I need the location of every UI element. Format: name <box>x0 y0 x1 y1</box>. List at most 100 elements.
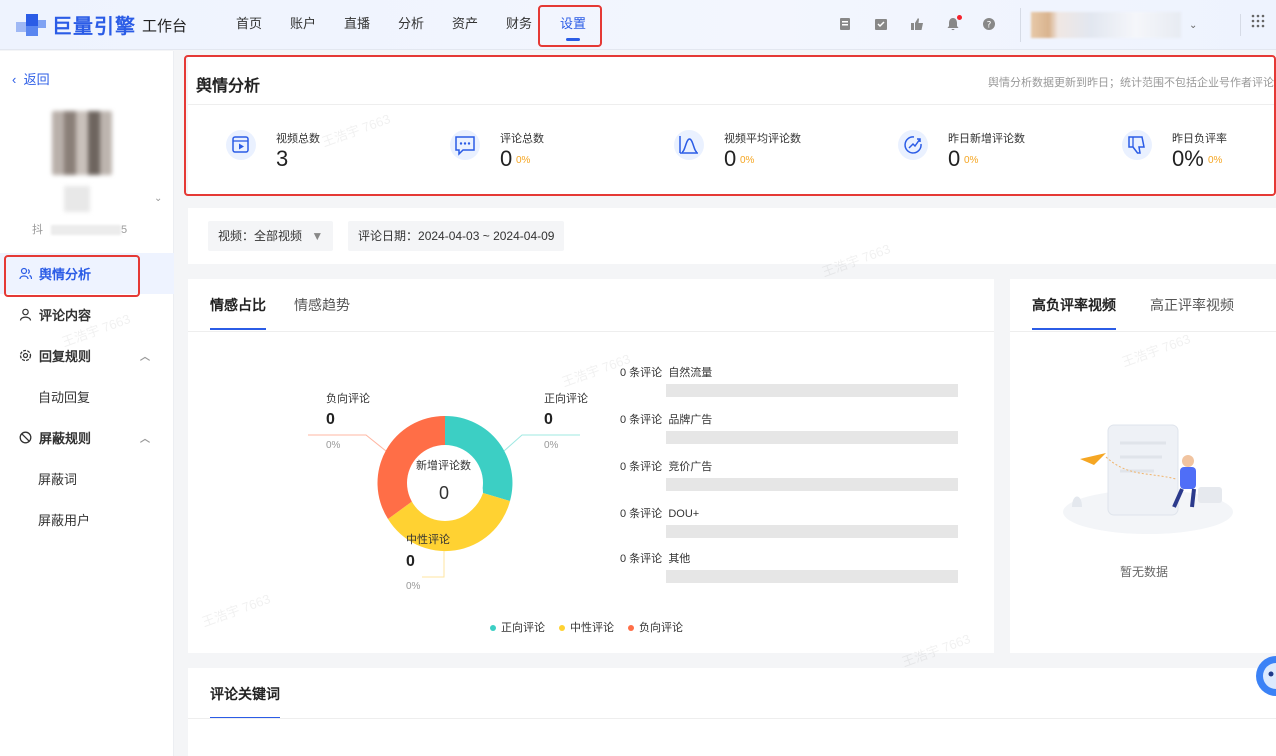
source-row: 0 条评论 品牌广告 <box>620 411 960 444</box>
account-id-prefix: 抖 <box>32 224 43 236</box>
date-range-value: 2024-04-03 ~ 2024-04-09 <box>418 229 555 243</box>
stat-label: 评论总数 <box>500 133 544 145</box>
growth-icon <box>896 128 930 162</box>
chart-curve-icon <box>672 128 706 162</box>
source-row: 0 条评论 自然流量 <box>620 364 960 397</box>
legend-item-negative[interactable]: 负向评论 <box>628 619 683 635</box>
block-icon <box>18 431 32 445</box>
source-count: 0 条评论 <box>620 367 663 379</box>
donut-center-label: 新增评论数 <box>416 460 471 472</box>
stat-avg-comments: 视频平均评论数 0 0% <box>672 128 882 178</box>
bell-icon[interactable] <box>944 15 962 33</box>
logo-icon <box>16 12 50 38</box>
thumbs-down-icon <box>1120 128 1154 162</box>
nav-finance[interactable]: 财务 <box>492 0 546 50</box>
page-title: 舆情分析 <box>196 78 261 95</box>
side-menu: 舆情分析 评论内容 回复规则 ︿ 自动回复 屏蔽规则 ︿ 屏蔽词 屏蔽用户 <box>0 253 174 540</box>
stat-value: 0% <box>1172 146 1204 171</box>
sidebar-item-label: 屏蔽用户 <box>38 513 91 528</box>
gear-icon <box>18 349 32 363</box>
sidebar-item-reply-rules[interactable]: 回复规则 ︿ <box>0 335 174 376</box>
nav-settings[interactable]: 设置 <box>546 0 600 50</box>
chevron-up-icon: ︿ <box>140 352 150 363</box>
source-name: DOU+ <box>668 508 700 520</box>
positive-pct: 0% <box>544 440 559 451</box>
nav-assets[interactable]: 资产 <box>438 0 492 50</box>
help-icon[interactable]: ? <box>980 15 998 33</box>
positive-label: 正向评论 <box>544 393 588 405</box>
legend-item-positive[interactable]: 正向评论 <box>490 619 545 635</box>
svg-text:?: ? <box>987 21 992 31</box>
video-filter-label: 视频：全部视频 <box>218 229 303 243</box>
stat-value: 0 <box>724 146 737 171</box>
date-filter-label: 评论日期： <box>358 229 419 243</box>
empty-illustration <box>1063 424 1233 534</box>
date-range-picker[interactable]: 评论日期：2024-04-03 ~ 2024-04-09 <box>348 221 565 251</box>
stat-negative-rate: 昨日负评率 0% 0% <box>1120 128 1276 178</box>
source-bar <box>666 478 958 491</box>
sidebar-item-blocked-words[interactable]: 屏蔽词 <box>0 458 174 499</box>
stat-video-total: 视频总数 3 <box>224 128 434 178</box>
comment-icon <box>448 128 482 162</box>
source-name: 其他 <box>668 553 691 565</box>
source-count: 0 条评论 <box>620 414 663 426</box>
filter-icon: ▼ <box>311 229 324 243</box>
assistant-robot-icon[interactable] <box>1254 654 1276 698</box>
sidebar-item-label: 舆情分析 <box>39 267 92 282</box>
brand-logo[interactable]: 巨量引擎 <box>16 10 136 39</box>
tab-high-negative[interactable]: 高负评率视频 <box>1032 279 1116 331</box>
sidebar-item-block-rules[interactable]: 屏蔽规则 ︿ <box>0 417 174 458</box>
sidebar-item-blocked-users[interactable]: 屏蔽用户 <box>0 499 174 540</box>
avatar <box>52 111 112 175</box>
account-id-suffix: 5 <box>121 224 128 236</box>
source-bar <box>666 431 958 444</box>
video-tabs: 高负评率视频 高正评率视频 <box>1032 279 1234 331</box>
donut-center-value: 0 <box>439 483 450 503</box>
stat-label: 昨日负评率 <box>1172 133 1227 145</box>
nav-analysis[interactable]: 分析 <box>384 0 438 50</box>
legend-label: 正向评论 <box>501 622 545 634</box>
sidebar-item-sentiment[interactable]: 舆情分析 <box>0 253 174 294</box>
workbench-label: 工作台 <box>142 18 188 35</box>
chevron-down-icon[interactable]: ⌄ <box>154 193 162 204</box>
video-filter-select[interactable]: 视频：全部视频 ▼ <box>208 221 334 251</box>
filter-bar: 视频：全部视频 ▼ 评论日期：2024-04-03 ~ 2024-04-09 <box>188 208 1276 264</box>
nav-live[interactable]: 直播 <box>330 0 384 50</box>
brand-name: 巨量引擎 <box>52 16 136 38</box>
empty-state-text: 暂无数据 <box>1120 565 1169 579</box>
sidebar-item-auto-reply[interactable]: 自动回复 <box>0 376 174 417</box>
sidebar-item-label: 屏蔽规则 <box>39 431 92 446</box>
top-bar: 巨量引擎 工作台 首页 账户 直播 分析 资产 财务 设置 ? ⌄ <box>0 0 1276 50</box>
positive-value: 0 <box>544 411 553 428</box>
user-icon <box>18 308 32 322</box>
source-row: 0 条评论 其他 <box>620 550 960 583</box>
sentiment-donut <box>308 415 580 578</box>
video-ranking-card: 高负评率视频 高正评率视频 暂无数据 <box>1010 279 1276 653</box>
account-name-blurred <box>1031 12 1181 38</box>
apps-grid-icon[interactable] <box>1240 14 1265 36</box>
top-nav: 首页 账户 直播 分析 资产 财务 设置 <box>222 0 600 50</box>
stat-value: 0 <box>948 146 961 171</box>
neutral-pct: 0% <box>406 581 421 592</box>
tab-high-positive[interactable]: 高正评率视频 <box>1150 279 1234 331</box>
keywords-title[interactable]: 评论关键词 <box>210 668 280 720</box>
legend-item-neutral[interactable]: 中性评论 <box>559 619 614 635</box>
nav-home[interactable]: 首页 <box>222 0 276 50</box>
sidebar: ‹ 返回 ⌄ 抖 5 舆情分析 评论内容 回复规则 ︿ 自动回复 屏蔽规则 ︿ 屏… <box>0 51 174 756</box>
stat-value: 3 <box>276 146 289 171</box>
video-icon <box>224 128 258 162</box>
back-link[interactable]: ‹ 返回 <box>12 69 50 88</box>
account-name-blurred <box>64 186 90 212</box>
stat-change: 0% <box>740 155 755 166</box>
sidebar-item-comments[interactable]: 评论内容 <box>0 294 174 335</box>
source-count: 0 条评论 <box>620 508 663 520</box>
account-switcher[interactable]: ⌄ <box>1020 8 1200 42</box>
legend-label: 中性评论 <box>570 622 614 634</box>
document-icon[interactable] <box>836 15 854 33</box>
stat-label: 视频总数 <box>276 133 320 145</box>
people-icon <box>18 267 32 281</box>
clipboard-icon[interactable] <box>872 15 890 33</box>
nav-account[interactable]: 账户 <box>276 0 330 50</box>
chart-legend: 正向评论 中性评论 负向评论 <box>490 619 683 635</box>
thumbs-up-icon[interactable] <box>908 15 926 33</box>
